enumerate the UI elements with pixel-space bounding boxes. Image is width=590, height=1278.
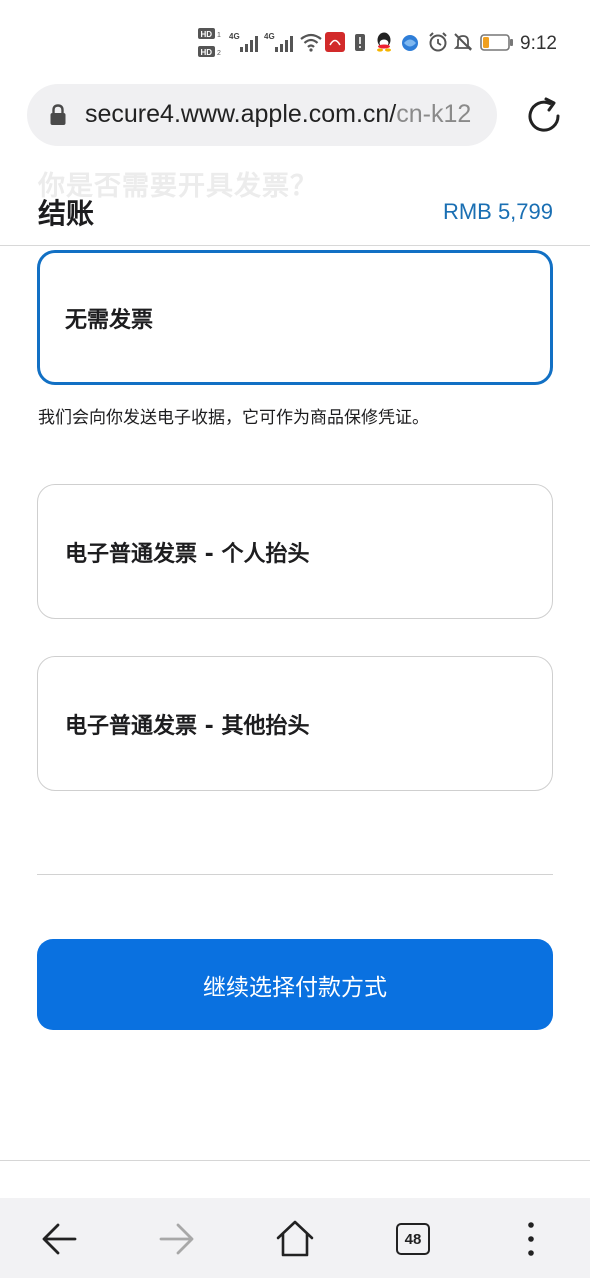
- app-notification-icon: [325, 32, 345, 52]
- content-divider: [37, 874, 553, 875]
- back-button[interactable]: [36, 1216, 82, 1262]
- mute-icon: [453, 33, 473, 51]
- header-divider: [0, 245, 590, 246]
- hd-network-icon: HD 1 HD 2: [198, 28, 221, 57]
- option-label: 电子普通发票 - 其他抬头: [65, 713, 310, 739]
- order-total[interactable]: RMB 5,799: [443, 199, 553, 225]
- battery-level-fill: [483, 37, 489, 48]
- signal-icon: 4G: [264, 32, 293, 52]
- continue-to-payment-button[interactable]: 继续选择付款方式: [37, 939, 553, 1030]
- wifi-icon: [300, 33, 322, 52]
- battery-icon: [480, 34, 513, 51]
- tab-count: 48: [396, 1223, 430, 1255]
- qq-icon: [377, 32, 391, 52]
- clock: 9:12: [520, 33, 557, 54]
- svg-text:HD: HD: [201, 30, 213, 39]
- home-button[interactable]: [272, 1216, 318, 1262]
- svg-text:HD: HD: [201, 48, 213, 57]
- footer-divider: [0, 1160, 590, 1161]
- status-bar: HD 1 HD 2 4G 4G 9:12: [0, 0, 590, 84]
- home-icon: [276, 1220, 314, 1257]
- lock-icon: [50, 104, 66, 125]
- tabs-button[interactable]: 48: [390, 1216, 436, 1262]
- reload-icon[interactable]: [524, 96, 564, 136]
- browser-toolbar: 48: [0, 1198, 590, 1278]
- signal-icon: 4G: [229, 32, 258, 52]
- invoice-option-other[interactable]: 电子普通发票 - 其他抬头: [37, 656, 553, 791]
- menu-button[interactable]: [508, 1216, 554, 1262]
- receipt-note: 我们会向你发送电子收据，它可作为商品保修凭证。: [38, 408, 429, 428]
- invoice-option-personal[interactable]: 电子普通发票 - 个人抬头: [37, 484, 553, 619]
- more-vertical-icon: [528, 1222, 534, 1256]
- forward-button[interactable]: [154, 1216, 200, 1262]
- url-domain: secure4.www.apple.com.cn/: [85, 100, 397, 128]
- svg-text:1: 1: [217, 32, 221, 39]
- option-label: 电子普通发票 - 个人抬头: [65, 541, 310, 567]
- alarm-icon: [429, 32, 447, 52]
- page-title: 结账: [38, 197, 95, 230]
- browser-icon: [402, 35, 418, 51]
- battery-alert-icon: [355, 34, 365, 51]
- invoice-option-none[interactable]: 无需发票: [37, 250, 553, 385]
- arrow-left-icon: [42, 1223, 77, 1255]
- url-text: secure4.www.apple.com.cn/cn-k12: [85, 100, 471, 129]
- svg-text:2: 2: [217, 50, 221, 57]
- option-label: 无需发票: [65, 307, 154, 333]
- svg-text:4G: 4G: [264, 32, 275, 41]
- svg-text:4G: 4G: [229, 32, 240, 41]
- address-bar[interactable]: secure4.www.apple.com.cn/cn-k12: [27, 84, 497, 146]
- arrow-right-icon: [159, 1223, 194, 1255]
- url-path: cn-k12: [396, 100, 472, 128]
